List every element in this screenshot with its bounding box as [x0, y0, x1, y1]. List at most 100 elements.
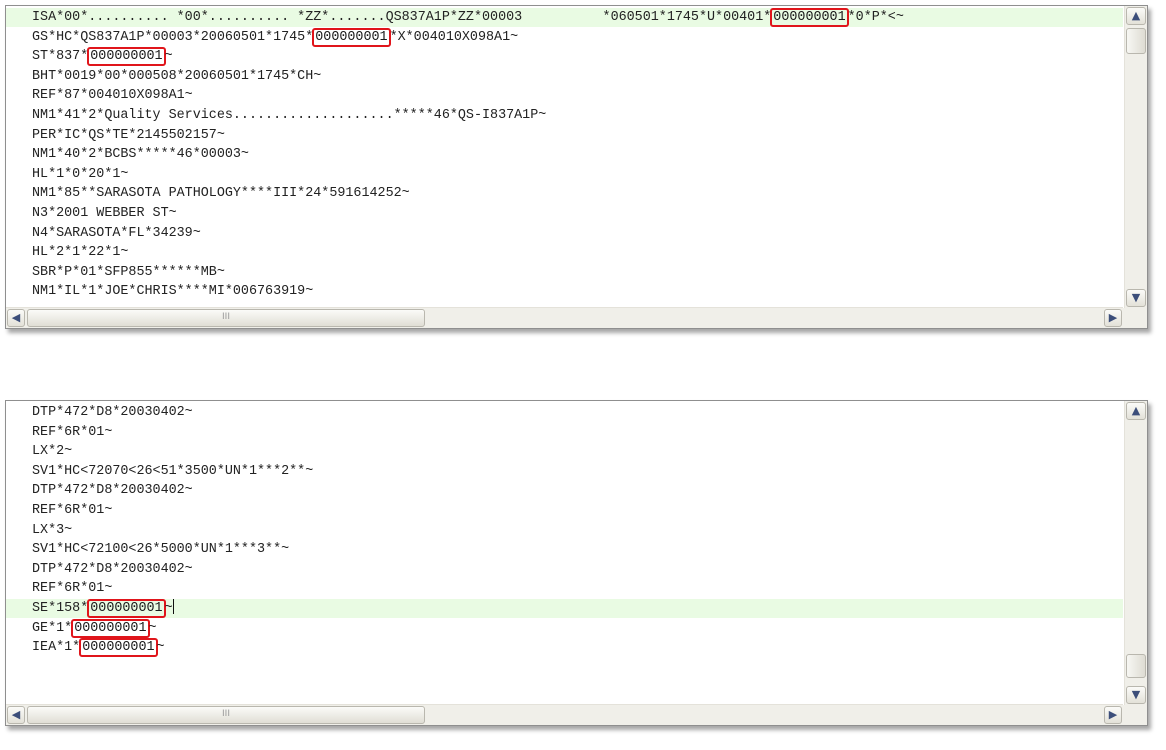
control-number-highlight: 000000001: [87, 47, 166, 67]
edi-segment-line[interactable]: GS*HC*QS837A1P*00003*20060501*1745* 00000…: [6, 27, 1123, 47]
control-number-highlight: 000000001: [79, 638, 158, 658]
segment-text: ISA*00*.......... *00*.......... *ZZ*...…: [32, 10, 772, 25]
scroll-up-button[interactable]: ▲: [1126, 7, 1146, 25]
edi-segment-line[interactable]: PER*IC*QS*TE*2145502157~: [6, 126, 1123, 145]
segment-text: LX*3~: [32, 522, 73, 538]
segment-text: NM1*41*2*Quality Services...............…: [32, 108, 547, 123]
scroll-right-button[interactable]: ▶: [1104, 706, 1122, 724]
edi-editor-bottom[interactable]: DTP*472*D8*20030402~ REF*6R*01~ LX*2~ SV1*H…: [5, 400, 1148, 726]
grip-icon: III: [222, 312, 230, 322]
edi-segment-line[interactable]: DTP*472*D8*20030402~: [6, 560, 1123, 579]
control-number-highlight: 000000001: [312, 27, 391, 47]
edi-segment-line[interactable]: SV1*HC<72070<26<51*3500*UN*1***2**~: [6, 462, 1123, 481]
scroll-up-button[interactable]: ▲: [1126, 402, 1146, 420]
segment-text: NM1*IL*1*JOE*CHRIS****MI*006763919~: [32, 284, 314, 300]
segment-text: REF*6R*01~: [32, 424, 113, 440]
edi-segment-line[interactable]: N4*SARASOTA*FL*34239~: [6, 224, 1123, 243]
chevron-up-icon: ▲: [1131, 404, 1141, 417]
segment-text: SE*158*: [32, 601, 89, 616]
edi-segment-line[interactable]: NM1*IL*1*JOE*CHRIS****MI*006763919~: [6, 282, 1123, 301]
chevron-down-icon: ▼: [1131, 688, 1141, 701]
segment-text: IEA*1*: [32, 640, 81, 656]
edi-segment-line[interactable]: REF*6R*01~: [6, 423, 1123, 442]
edi-segment-line[interactable]: SE*158* 000000001 ~: [6, 599, 1123, 618]
edi-segment-line[interactable]: REF*87*004010X098A1~: [6, 86, 1123, 105]
edi-segment-line[interactable]: HL*1*0*20*1~: [6, 165, 1123, 184]
segment-text: GE*1*: [32, 620, 73, 636]
edi-segment-line[interactable]: NM1*41*2*Quality Services...............…: [6, 106, 1123, 125]
segment-terminator: *0*P*<~: [847, 10, 904, 25]
edi-segment-line[interactable]: LX*2~: [6, 442, 1123, 461]
segment-text: SV1*HC<72070<26<51*3500*UN*1***2**~: [32, 463, 314, 479]
edi-segment-line[interactable]: ISA*00*.......... *00*.......... *ZZ*...…: [6, 8, 1123, 27]
segment-text: SBR*P*01*SFP855******MB~: [32, 264, 225, 280]
chevron-right-icon: ▶: [1108, 311, 1118, 324]
edi-segment-line[interactable]: NM1*40*2*BCBS*****46*00003~: [6, 145, 1123, 164]
segment-terminator: ~: [156, 640, 165, 656]
edi-segment-line[interactable]: NM1*85**SARASOTA PATHOLOGY****III*24*591…: [6, 184, 1123, 203]
scroll-left-button[interactable]: ◀: [7, 706, 25, 724]
segment-text: REF*87*004010X098A1~: [32, 88, 193, 104]
edi-segment-line[interactable]: SV1*HC<72100<26*5000*UN*1***3**~: [6, 540, 1123, 559]
segment-terminator: ~: [164, 601, 173, 616]
segment-text: HL*2*1*22*1~: [32, 245, 129, 261]
editor-text-area-bottom[interactable]: DTP*472*D8*20030402~ REF*6R*01~ LX*2~ SV1*H…: [6, 401, 1123, 705]
segment-text: DTP*472*D8*20030402~: [32, 405, 193, 420]
segment-text: HL*1*0*20*1~: [32, 166, 129, 182]
segment-text: GS*HC*QS837A1P*00003*20060501*1745*: [32, 29, 314, 45]
chevron-left-icon: ◀: [11, 708, 21, 721]
horizontal-scrollbar-top[interactable]: ◀ III ▶: [6, 307, 1123, 328]
segment-text: NM1*85**SARASOTA PATHOLOGY****III*24*591…: [32, 186, 410, 202]
vertical-scrollbar-top[interactable]: ▲ ▼: [1124, 6, 1147, 308]
scroll-right-button[interactable]: ▶: [1104, 309, 1122, 327]
segment-text: BHT*0019*00*000508*20060501*1745*CH~: [32, 68, 322, 84]
vertical-scroll-thumb[interactable]: [1126, 28, 1146, 54]
segment-text: DTP*472*D8*20030402~: [32, 483, 193, 499]
control-number-highlight: 000000001: [71, 618, 150, 638]
edi-segment-line[interactable]: SBR*P*01*SFP855******MB~: [6, 263, 1123, 282]
edi-segment-line[interactable]: HL*2*1*22*1~: [6, 243, 1123, 262]
edi-segment-line[interactable]: IEA*1* 000000001 ~: [6, 638, 1123, 658]
edi-segment-line[interactable]: BHT*0019*00*000508*20060501*1745*CH~: [6, 67, 1123, 86]
vertical-scroll-thumb[interactable]: [1126, 654, 1146, 678]
segment-text: REF*6R*01~: [32, 581, 113, 597]
edi-editor-top[interactable]: ISA*00*.......... *00*.......... *ZZ*...…: [5, 5, 1148, 329]
edi-segment-line[interactable]: ST*837* 000000001 ~: [6, 47, 1123, 67]
vertical-scrollbar-bottom[interactable]: ▲ ▼: [1124, 401, 1147, 705]
scrollbar-corner: [1123, 705, 1147, 725]
control-number-highlight: 000000001: [87, 599, 166, 618]
scroll-down-button[interactable]: ▼: [1126, 289, 1146, 307]
edi-segment-line[interactable]: N3*2001 WEBBER ST~: [6, 204, 1123, 223]
segment-text: SV1*HC<72100<26*5000*UN*1***3**~: [32, 542, 290, 558]
segment-text: ST*837*: [32, 49, 89, 65]
horizontal-scrollbar-bottom[interactable]: ◀ III ▶: [6, 704, 1123, 725]
text-caret: [172, 599, 174, 614]
grip-icon: III: [222, 709, 230, 719]
chevron-left-icon: ◀: [11, 311, 21, 324]
chevron-right-icon: ▶: [1108, 708, 1118, 721]
edi-segment-line[interactable]: GE*1* 000000001 ~: [6, 618, 1123, 638]
edi-segment-line[interactable]: REF*6R*01~: [6, 501, 1123, 520]
scrollbar-corner: [1123, 308, 1147, 328]
horizontal-scroll-thumb[interactable]: III: [27, 309, 425, 327]
segment-text: NM1*40*2*BCBS*****46*00003~: [32, 147, 249, 163]
edi-segment-line[interactable]: REF*6R*01~: [6, 579, 1123, 598]
control-number-highlight: 000000001: [770, 8, 849, 27]
scroll-left-button[interactable]: ◀: [7, 309, 25, 327]
segment-text: LX*2~: [32, 444, 73, 460]
edi-segment-line[interactable]: LX*3~: [6, 521, 1123, 540]
segment-text: N4*SARASOTA*FL*34239~: [32, 225, 201, 241]
segment-terminator: ~: [148, 620, 157, 636]
segment-text: PER*IC*QS*TE*2145502157~: [32, 127, 225, 143]
segment-text: N3*2001 WEBBER ST~: [32, 206, 177, 221]
editor-text-area-top[interactable]: ISA*00*.......... *00*.......... *ZZ*...…: [6, 6, 1123, 308]
segment-terminator: *X*004010X098A1~: [389, 29, 519, 45]
segment-text: REF*6R*01~: [32, 503, 113, 518]
horizontal-scroll-thumb[interactable]: III: [27, 706, 425, 724]
scroll-down-button[interactable]: ▼: [1126, 686, 1146, 704]
edi-segment-line[interactable]: DTP*472*D8*20030402~: [6, 481, 1123, 500]
edi-segment-line[interactable]: DTP*472*D8*20030402~: [6, 403, 1123, 422]
segment-terminator: ~: [164, 49, 173, 65]
chevron-up-icon: ▲: [1131, 9, 1141, 22]
segment-text: DTP*472*D8*20030402~: [32, 561, 193, 577]
